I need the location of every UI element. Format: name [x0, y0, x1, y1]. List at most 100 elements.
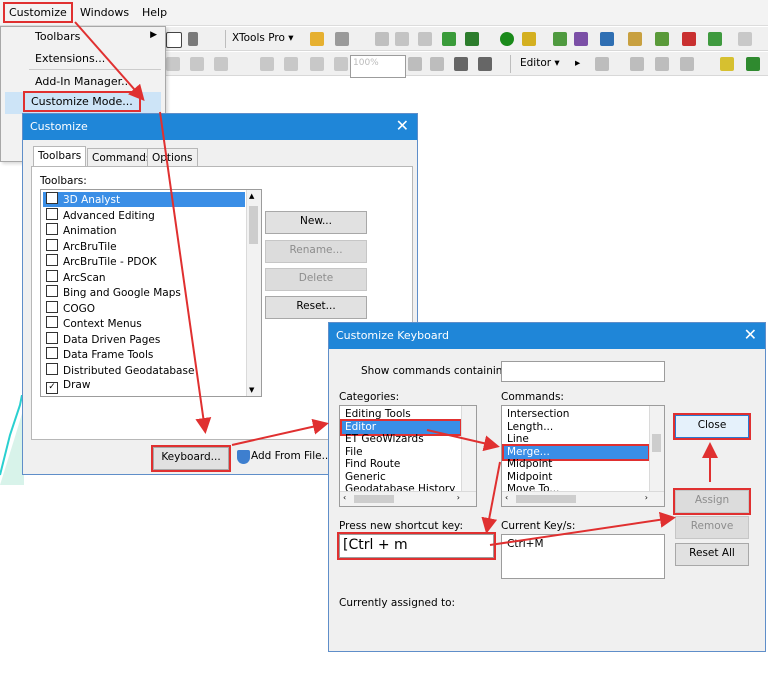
categories-scrollbar[interactable] — [461, 406, 476, 492]
toolbars-scrollbar[interactable]: ▲ ▼ — [246, 190, 261, 396]
tool-icon-14[interactable] — [408, 57, 422, 71]
tool-icon-17[interactable] — [478, 57, 492, 71]
command-item[interactable]: Midpoint — [504, 471, 648, 484]
tool-icon-18[interactable] — [595, 57, 609, 71]
dropdown-icon[interactable] — [188, 32, 198, 46]
tool-icon-21[interactable] — [680, 57, 694, 71]
reset-toolbar-button[interactable]: Reset... — [265, 296, 367, 319]
xtools-pro-menu[interactable]: XTools Pro ▾ — [232, 32, 293, 44]
checkbox[interactable] — [46, 285, 58, 297]
grid-icon[interactable] — [335, 32, 349, 46]
checkbox[interactable] — [46, 192, 58, 204]
tool-icon-16[interactable] — [454, 57, 468, 71]
checkbox[interactable] — [46, 238, 58, 251]
checkbox[interactable] — [46, 269, 58, 282]
tool-icon-13[interactable] — [334, 57, 348, 71]
checkbox[interactable] — [46, 254, 58, 266]
toolbar-list-item[interactable]: COGO — [43, 300, 245, 316]
command-item[interactable]: Length... — [504, 421, 648, 434]
tab-options[interactable]: Options — [147, 148, 198, 167]
table-icon[interactable] — [600, 32, 614, 46]
toolbar-list-item[interactable]: Data Driven Pages — [43, 331, 245, 347]
command-item[interactable]: Line — [504, 433, 648, 446]
dropdown-extensions[interactable]: Extensions... — [35, 52, 105, 65]
tool-icon-7[interactable] — [166, 57, 180, 71]
tool-icon-9[interactable] — [214, 57, 228, 71]
toolbar-list-item[interactable]: ✓ Draw — [43, 378, 245, 394]
tool-icon-11[interactable] — [284, 57, 298, 71]
toolbar-list-item[interactable]: Context Menus — [43, 316, 245, 331]
commands-scrollbar[interactable] — [649, 406, 664, 492]
export-icon[interactable] — [553, 32, 567, 46]
menu-help[interactable]: Help — [142, 6, 167, 19]
menu-customize[interactable]: Customize — [3, 2, 73, 23]
tool-icon-2[interactable] — [418, 32, 432, 46]
checkbox[interactable] — [46, 362, 58, 375]
close-icon[interactable]: ✕ — [744, 325, 757, 344]
tool-icon-5[interactable] — [708, 32, 722, 46]
show-commands-input[interactable] — [501, 361, 665, 382]
dropdown-add-in-manager[interactable]: Add-In Manager... — [35, 75, 132, 88]
category-item[interactable]: ET GeoWizards — [342, 433, 460, 446]
toolbar-list-item[interactable]: Animation — [43, 223, 245, 238]
assign-button[interactable]: Assign — [673, 488, 751, 515]
edit-tool-icon[interactable]: ▸ — [575, 57, 580, 69]
dropdown-toolbars[interactable]: Toolbars — [35, 30, 80, 43]
tool-icon-23[interactable] — [746, 57, 760, 71]
zoom-input[interactable]: 100% — [350, 55, 406, 78]
tool-icon-22[interactable] — [720, 57, 734, 71]
toolbar-list-item[interactable]: ArcBruTile — [43, 238, 245, 254]
current-keys-list[interactable]: Ctrl+M — [501, 534, 665, 579]
close-icon[interactable]: ✕ — [396, 116, 409, 135]
command-item[interactable]: Merge... — [502, 443, 650, 461]
categories-list[interactable]: Editing Tools Editor ET GeoWizards File Find… — [339, 405, 477, 507]
shortcut-input[interactable]: [Ctrl + m — [337, 532, 496, 560]
editor-menu[interactable]: Editor ▾ — [520, 57, 560, 69]
checkbox[interactable] — [46, 300, 58, 313]
window-icon[interactable] — [166, 32, 182, 48]
remove-button[interactable]: Remove — [675, 516, 749, 539]
new-toolbar-button[interactable]: New... — [265, 211, 367, 234]
tool-icon-6[interactable] — [738, 32, 752, 46]
delete-toolbar-button[interactable]: Delete — [265, 268, 367, 291]
close-button[interactable]: Close — [673, 413, 751, 440]
tool-icon-8[interactable] — [190, 57, 204, 71]
toolbar-list-item[interactable]: ArcScan — [43, 269, 245, 285]
category-item[interactable]: Editor — [340, 418, 462, 436]
script-icon[interactable] — [522, 32, 536, 46]
tab-toolbars[interactable]: Toolbars — [33, 146, 87, 167]
tool-icon-3[interactable] — [574, 32, 588, 46]
pencil-icon[interactable] — [375, 32, 389, 46]
map-icon[interactable] — [465, 32, 479, 46]
category-item[interactable]: File — [342, 446, 460, 459]
checkbox-checked[interactable]: ✓ — [46, 382, 58, 394]
info-icon[interactable] — [500, 32, 514, 46]
menu-windows[interactable]: Windows — [80, 6, 129, 19]
commands-list[interactable]: Intersection Length... Line Merge... Midpoin… — [501, 405, 665, 507]
toolbar-list-item[interactable]: ArcBruTile - PDOK — [43, 254, 245, 269]
checkbox[interactable] — [46, 223, 58, 235]
tool-icon-19[interactable] — [630, 57, 644, 71]
tool-icon[interactable] — [395, 32, 409, 46]
checkbox[interactable] — [46, 347, 58, 359]
rename-toolbar-button[interactable]: Rename... — [265, 240, 367, 263]
layer-icon[interactable] — [442, 32, 456, 46]
reset-all-button[interactable]: Reset All — [675, 543, 749, 566]
tool-icon-12[interactable] — [310, 57, 324, 71]
category-item[interactable]: Editing Tools — [342, 408, 460, 421]
toolbars-list[interactable]: 3D Analyst Advanced Editing Animation ArcBr… — [40, 189, 262, 397]
toolbar-list-item[interactable]: Distributed Geodatabase — [43, 362, 245, 378]
command-item[interactable]: Intersection — [504, 408, 648, 421]
command-item[interactable]: Midpoint — [504, 458, 648, 471]
category-item[interactable]: Generic — [342, 471, 460, 484]
globe-icon[interactable] — [628, 32, 642, 46]
keyboard-button[interactable]: Keyboard... — [151, 445, 231, 472]
tool-icon-15[interactable] — [430, 57, 444, 71]
toolbar-list-item[interactable]: Advanced Editing — [43, 207, 245, 223]
toolbar-list-item[interactable]: Bing and Google Maps — [43, 285, 245, 300]
commands-hscrollbar[interactable]: ‹ › — [502, 491, 664, 506]
checkbox[interactable] — [46, 331, 58, 344]
checkbox[interactable] — [46, 207, 58, 220]
current-key-item[interactable]: Ctrl+M — [504, 537, 662, 552]
checkbox[interactable] — [46, 316, 58, 328]
